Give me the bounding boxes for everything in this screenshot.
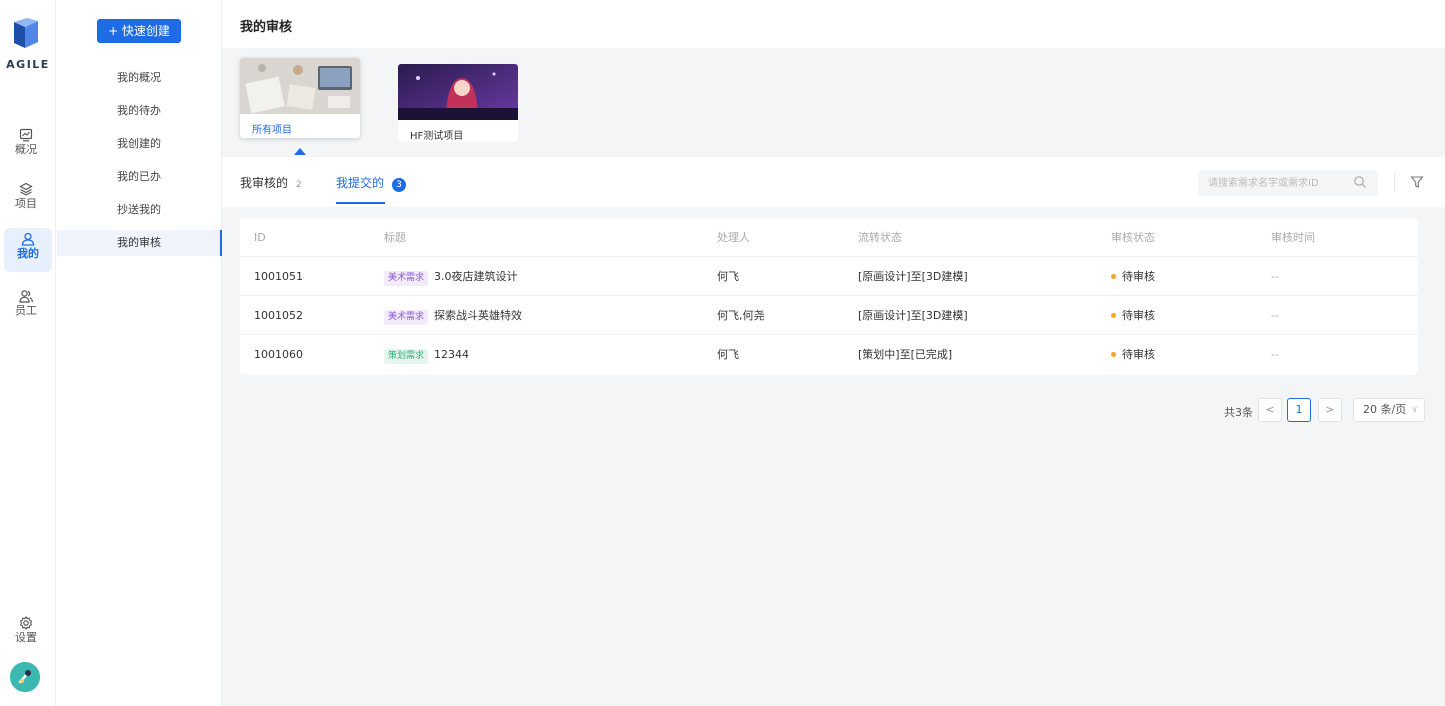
table-header-row: ID 标题 处理人 流转状态 审核状态 审核时间	[240, 218, 1418, 257]
toolbar-divider	[1394, 174, 1395, 192]
user-icon	[21, 232, 35, 246]
tabs-bar: 我审核的 2 我提交的 3	[222, 157, 1445, 207]
requirement-type-tag: 策划需求	[384, 349, 429, 364]
main-content: 我的审核 所有项目 HF测试项目 我审核的 2 我提交的 3 请搜索需求名字或需…	[222, 0, 1445, 706]
rail-item-label: 我的	[17, 247, 39, 260]
row-title-cell[interactable]: 美术需求 3.0夜店建筑设计	[384, 257, 518, 296]
status-dot-icon	[1111, 351, 1116, 357]
row-title[interactable]: 探索战斗英雄特效	[434, 309, 522, 322]
row-id: 1001052	[254, 309, 303, 322]
layers-icon	[19, 182, 33, 196]
rail-item-overview[interactable]: 概况	[2, 124, 50, 168]
icon-rail: AGILE 概况 项目 我的 员工 设置	[0, 0, 56, 706]
page-size-value: 20 条/页	[1363, 403, 1407, 416]
column-header-flow-status: 流转状态	[858, 231, 902, 244]
table-row[interactable]: 1001060 策划需求 12344 何飞 [策划中]至[已完成] 待审核 --	[240, 335, 1418, 374]
status-dot-icon	[1111, 273, 1116, 279]
tab-count-badge: 2	[296, 180, 302, 190]
subnav-item-created[interactable]: 我创建的	[57, 131, 222, 157]
rail-item-projects[interactable]: 项目	[2, 178, 50, 222]
subnav-item-overview[interactable]: 我的概况	[57, 65, 222, 91]
users-icon	[19, 290, 33, 303]
project-thumbnail	[398, 64, 518, 120]
review-table: ID 标题 处理人 流转状态 审核状态 审核时间 1001051 美术需求 3.0…	[240, 218, 1418, 375]
project-label: 所有项目	[252, 125, 292, 136]
tab-label: 我提交的	[336, 176, 385, 190]
requirement-type-tag: 美术需求	[384, 271, 429, 286]
avatar[interactable]	[10, 662, 40, 692]
filter-icon[interactable]	[1410, 175, 1424, 189]
status-dot-icon	[1111, 312, 1116, 318]
table-row[interactable]: 1001052 美术需求 探索战斗英雄特效 何飞,何尧 [原画设计]至[3D建模]…	[240, 296, 1418, 335]
tab-reviewed-by-me[interactable]: 我审核的 2	[240, 174, 302, 191]
rail-item-mine[interactable]: 我的	[4, 228, 52, 272]
page-header: 我的审核	[222, 0, 1445, 48]
chart-icon	[19, 128, 33, 142]
column-header-review-status: 审核状态	[1111, 231, 1155, 244]
row-title[interactable]: 12344	[434, 348, 469, 361]
page-title: 我的审核	[240, 20, 293, 35]
requirement-type-tag: 美术需求	[384, 310, 429, 325]
table-row[interactable]: 1001051 美术需求 3.0夜店建筑设计 何飞 [原画设计]至[3D建模] 待…	[240, 257, 1418, 296]
row-flow-status: [原画设计]至[3D建模]	[858, 270, 968, 283]
pagination-page-1[interactable]: 1	[1287, 398, 1311, 422]
row-review-time: --	[1271, 270, 1279, 283]
row-flow-status: [策划中]至[已完成]	[858, 348, 953, 361]
chevron-down-icon: ∨	[1411, 405, 1418, 415]
row-title[interactable]: 3.0夜店建筑设计	[434, 270, 518, 283]
row-id: 1001060	[254, 348, 303, 361]
rail-item-label: 概况	[15, 143, 37, 156]
column-header-assignee: 处理人	[717, 231, 750, 244]
row-flow-status: [原画设计]至[3D建模]	[858, 309, 968, 322]
row-assignee: 何飞,何尧	[717, 309, 765, 322]
column-header-id: ID	[254, 231, 266, 244]
pagination-prev-button[interactable]: <	[1258, 398, 1282, 422]
row-review-status: 待审核	[1111, 257, 1155, 296]
row-title-cell[interactable]: 美术需求 探索战斗英雄特效	[384, 296, 522, 335]
page-size-select[interactable]: 20 条/页 ∨	[1353, 398, 1425, 422]
column-header-review-time: 审核时间	[1271, 231, 1315, 244]
rail-item-settings[interactable]: 设置	[2, 612, 50, 656]
row-title-cell[interactable]: 策划需求 12344	[384, 335, 469, 374]
column-header-title: 标题	[384, 231, 406, 244]
status-text: 待审核	[1122, 309, 1155, 322]
project-label: HF测试项目	[410, 131, 464, 142]
rail-item-label: 项目	[15, 197, 37, 210]
pagination-next-button[interactable]: >	[1318, 398, 1342, 422]
tab-label: 我审核的	[240, 176, 289, 190]
rail-item-label: 设置	[15, 631, 37, 644]
brand-name: AGILE	[6, 58, 50, 71]
tab-submitted-by-me[interactable]: 我提交的 3	[336, 174, 407, 192]
search-icon[interactable]	[1353, 175, 1367, 189]
project-card-all[interactable]: 所有项目	[240, 58, 360, 138]
row-review-status: 待审核	[1111, 335, 1155, 374]
secondary-sidebar: + 快速创建 我的概况 我的待办 我创建的 我的已办 抄送我的 我的审核	[57, 0, 222, 706]
subnav-item-review[interactable]: 我的审核	[57, 230, 222, 256]
gear-icon	[19, 616, 33, 630]
rail-item-label: 员工	[15, 304, 37, 317]
avatar-image	[10, 662, 40, 692]
row-review-time: --	[1271, 348, 1279, 361]
row-assignee: 何飞	[717, 348, 739, 361]
row-review-time: --	[1271, 309, 1279, 322]
pagination-total: 共3条	[1224, 406, 1253, 419]
active-tab-underline	[336, 202, 385, 204]
project-card-hf-test[interactable]: HF测试项目	[398, 64, 518, 142]
rail-item-staff[interactable]: 员工	[2, 285, 50, 329]
row-assignee: 何飞	[717, 270, 739, 283]
subnav-item-done[interactable]: 我的已办	[57, 164, 222, 190]
agile-logo-icon[interactable]	[11, 18, 41, 50]
status-text: 待审核	[1122, 270, 1155, 283]
subnav-item-todo[interactable]: 我的待办	[57, 98, 222, 124]
search-input[interactable]	[1198, 170, 1378, 196]
quick-create-button[interactable]: + 快速创建	[97, 19, 181, 43]
project-thumbnail	[240, 58, 360, 114]
status-text: 待审核	[1122, 348, 1155, 361]
tab-count-badge: 3	[392, 178, 407, 192]
row-id: 1001051	[254, 270, 303, 283]
active-project-indicator-icon	[294, 148, 306, 155]
row-review-status: 待审核	[1111, 296, 1155, 335]
subnav-item-cc[interactable]: 抄送我的	[57, 197, 222, 223]
